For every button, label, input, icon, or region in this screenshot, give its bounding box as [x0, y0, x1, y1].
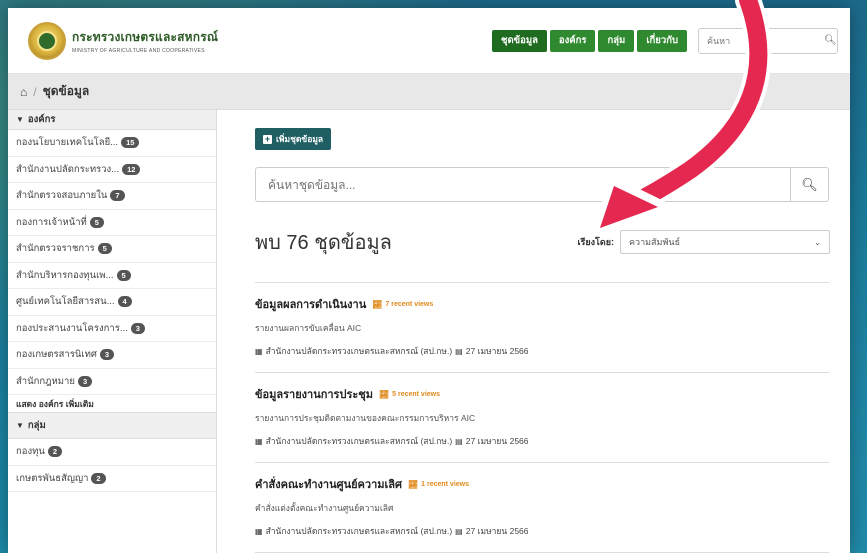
recent-views-badge: 📈︎ 7 recent views [372, 299, 434, 309]
filter-icon: ▼ [16, 421, 24, 430]
recent-views-badge: 📈︎ 1 recent views [407, 479, 470, 489]
show-more-organizations-link[interactable]: แสดง องค์กร เพิ่มเติม [8, 395, 216, 413]
building-icon: ▦ [255, 526, 263, 536]
home-icon[interactable]: ⌂ [20, 85, 27, 99]
calendar-icon: ▤ [455, 526, 463, 536]
breadcrumb: ⌂ / ชุดข้อมูล [8, 74, 850, 110]
facet-org-item[interactable]: กองประสานงานโครงการ... 3 [8, 316, 216, 342]
facet-org-item[interactable]: กองการเจ้าหน้าที่ 5 [8, 210, 216, 236]
facet-org-item[interactable]: กองเกษตรสารนิเทศ 3 [8, 342, 216, 369]
search-icon[interactable]: 🔍︎ [824, 35, 837, 46]
search-button[interactable]: 🔍︎ [790, 168, 828, 201]
count-badge: 3 [130, 322, 145, 334]
sort-control: เรียงโดย: ความสัมพันธ์ ⌄ [577, 230, 830, 254]
building-icon: ▦ [255, 436, 263, 446]
nav-datasets[interactable]: ชุดข้อมูล [492, 29, 547, 52]
calendar-icon: ▤ [455, 436, 463, 446]
count-badge: 5 [89, 216, 104, 228]
dataset-org[interactable]: สำนักงานปลัดกระทรวงเกษตรและสหกรณ์ (สป.กษ… [266, 524, 453, 538]
nav-organizations[interactable]: องค์กร [549, 29, 596, 52]
main-nav: ชุดข้อมูล องค์กร กลุ่ม เกี่ยวกับ 🔍︎ [492, 27, 838, 54]
nav-about[interactable]: เกี่ยวกับ [637, 29, 687, 52]
chart-icon: 📈︎ [372, 299, 383, 309]
dataset-item: ข้อมูลรายงานการประชุม 📈︎ 5 recent views ร… [255, 373, 829, 463]
facet-org-item[interactable]: สำนักตรวจราชการ 5 [8, 236, 216, 263]
dataset-org[interactable]: สำนักงานปลัดกระทรวงเกษตรและสหกรณ์ (สป.กษ… [266, 434, 453, 448]
facet-heading-groups: ▼ กลุ่ม [8, 413, 216, 439]
building-icon: ▦ [255, 346, 263, 356]
facet-heading-organizations: ▼ องค์กร [8, 110, 216, 130]
dataset-search: 🔍︎ [255, 167, 829, 202]
ministry-emblem-icon [28, 21, 66, 60]
dataset-title-link[interactable]: คำสั่งคณะทำงานศูนย์ความเลิศ [255, 475, 402, 493]
count-badge: 3 [99, 349, 115, 361]
chevron-down-icon: ⌄ [814, 237, 821, 247]
facet-group-item[interactable]: เกษตรพันธสัญญา 2 [8, 466, 216, 492]
sort-select[interactable]: ความสัมพันธ์ ⌄ [620, 230, 830, 254]
facet-org-item[interactable]: สำนักตรวจสอบภายใน 7 [8, 183, 216, 210]
dataset-org[interactable]: สำนักงานปลัดกระทรวงเกษตรและสหกรณ์ (สป.กษ… [266, 344, 453, 358]
site-header: กระทรวงเกษตรและสหกรณ์ MINISTRY OF AGRICU… [8, 8, 850, 74]
count-badge: 5 [116, 269, 131, 281]
count-badge: 7 [110, 190, 125, 202]
dataset-meta: ▦ สำนักงานปลัดกระทรวงเกษตรและสหกรณ์ (สป.… [255, 344, 829, 358]
count-badge: 12 [122, 163, 141, 175]
dataset-description: รายงานการประชุมติดตามงานของคณะกรรมการบริ… [255, 413, 476, 423]
search-icon: 🔍︎ [801, 176, 818, 192]
dataset-date: 27 เมษายน 2566 [465, 436, 529, 446]
count-badge: 2 [91, 472, 106, 484]
count-badge: 15 [121, 137, 140, 149]
dataset-title-link[interactable]: ข้อมูลผลการดำเนินงาน [255, 295, 366, 313]
facet-org-item[interactable]: สำนักงานปลัดกระทรวง... 12 [8, 157, 216, 183]
nav-groups[interactable]: กลุ่ม [598, 29, 635, 52]
filter-icon: ▼ [16, 115, 24, 124]
count-badge: 3 [77, 375, 93, 387]
header-search-input[interactable] [707, 35, 824, 46]
results-count-heading: พบ 76 ชุดข้อมูล [255, 232, 392, 254]
facet-org-item[interactable]: สำนักบริหารกองทุนเพ... 5 [8, 263, 216, 289]
dataset-description: คำสั่งแต่งตั้งคณะทำงานศูนย์ความเลิศ [255, 503, 394, 513]
breadcrumb-current[interactable]: ชุดข้อมูล [43, 82, 90, 101]
breadcrumb-separator: / [33, 84, 37, 99]
header-search: 🔍︎ [698, 27, 838, 54]
logo-thai-name: กระทรวงเกษตรและสหกรณ์ [72, 29, 219, 44]
facet-org-item[interactable]: ศูนย์เทคโนโลยีสารสน... 4 [8, 289, 216, 316]
add-dataset-button[interactable]: + เพิ่มชุดข้อมูล [255, 128, 332, 150]
dataset-item: คำสั่งคณะทำงานศูนย์ความเลิศ 📈︎ 1 recent v… [255, 463, 829, 553]
browser-page: กระทรวงเกษตรและสหกรณ์ MINISTRY OF AGRICU… [8, 8, 850, 553]
count-badge: 4 [117, 296, 132, 308]
dataset-title-link[interactable]: ข้อมูลรายงานการประชุม [255, 385, 373, 403]
chart-icon: 📈︎ [407, 479, 419, 489]
dataset-description: รายงานผลการขับเคลื่อน AIC [255, 323, 362, 333]
main-content: + เพิ่มชุดข้อมูล 🔍︎ พบ 76 ชุดข้อมูล เรีย… [217, 110, 850, 553]
calendar-icon: ▤ [455, 346, 463, 356]
chart-icon: 📈︎ [378, 389, 390, 399]
dataset-meta: ▦ สำนักงานปลัดกระทรวงเกษตรและสหกรณ์ (สป.… [255, 524, 829, 538]
count-badge: 2 [47, 446, 63, 458]
sidebar: ▼ องค์กร กองนโยบายเทคโนโลยี... 15 สำนักงา… [8, 110, 217, 553]
facet-org-item[interactable]: สำนักกฎหมาย 3 [8, 369, 216, 395]
logo-english-name: MINISTRY OF AGRICULTURE AND COOPERATIVES [72, 47, 205, 54]
facet-group-item[interactable]: กองทุน 2 [8, 439, 216, 466]
site-logo[interactable]: กระทรวงเกษตรและสหกรณ์ MINISTRY OF AGRICU… [28, 21, 219, 60]
dataset-date: 27 เมษายน 2566 [465, 346, 529, 356]
facet-org-item[interactable]: กองนโยบายเทคโนโลยี... 15 [8, 130, 216, 157]
recent-views-badge: 📈︎ 5 recent views [378, 389, 441, 399]
count-badge: 5 [97, 243, 112, 255]
dataset-meta: ▦ สำนักงานปลัดกระทรวงเกษตรและสหกรณ์ (สป.… [255, 434, 829, 448]
dataset-date: 27 เมษายน 2566 [465, 526, 529, 536]
dataset-search-input[interactable] [256, 177, 790, 192]
dataset-item: ข้อมูลผลการดำเนินงาน 📈︎ 7 recent views รา… [255, 283, 829, 373]
plus-icon: + [263, 133, 272, 144]
sort-label: เรียงโดย: [577, 237, 614, 247]
